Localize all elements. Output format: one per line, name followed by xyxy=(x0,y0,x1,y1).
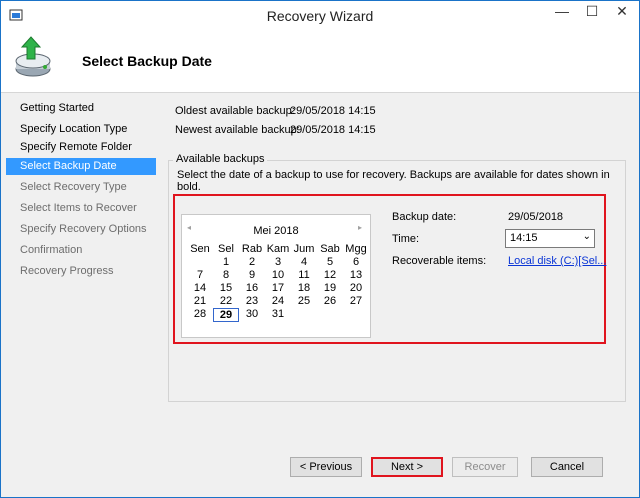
backup-calendar[interactable]: ◂ Mei 2018 ▸ Sen Sel Rab Kam Jum Sab Mgg… xyxy=(181,214,371,338)
calendar-day[interactable]: 31 xyxy=(265,308,291,321)
weekday-label: Sen xyxy=(190,243,210,255)
backup-date-label: Backup date: xyxy=(392,211,457,223)
sidebar-item-select-items-to-recover: Select Items to Recover xyxy=(20,202,137,214)
title-bar[interactable]: Recovery Wizard — ☐ ✕ xyxy=(1,1,639,30)
calendar-day[interactable]: 4 xyxy=(291,256,317,269)
sidebar-item-confirmation: Confirmation xyxy=(20,244,83,256)
calendar-day[interactable]: 17 xyxy=(265,282,291,295)
recoverable-items-label: Recoverable items: xyxy=(392,255,487,267)
calendar-day[interactable]: 15 xyxy=(213,282,239,295)
calendar-weekday-row: Sen Sel Rab Kam Jum Sab Mgg xyxy=(187,243,369,256)
calendar-day[interactable]: 30 xyxy=(239,308,265,321)
recovery-wizard-window: Recovery Wizard — ☐ ✕ Select Backup Date… xyxy=(0,0,640,498)
sidebar-item-getting-started[interactable]: Getting Started xyxy=(6,100,156,117)
calendar-day[interactable]: 28 xyxy=(187,308,213,321)
calendar-day[interactable]: 21 xyxy=(187,295,213,308)
available-backups-legend: Available backups xyxy=(173,153,268,165)
calendar-week-row: 28 29 30 31 xyxy=(187,308,369,322)
calendar-day[interactable]: 3 xyxy=(265,256,291,269)
recover-button: Recover xyxy=(452,457,518,477)
weekday-label: Rab xyxy=(241,243,263,255)
weekday-label: Kam xyxy=(266,243,290,255)
weekday-label: Mgg xyxy=(345,243,367,255)
calendar-day[interactable]: 27 xyxy=(343,295,369,308)
calendar-day[interactable]: 18 xyxy=(291,282,317,295)
calendar-week-row: 1 2 3 4 5 6 xyxy=(187,256,369,269)
cancel-button[interactable]: Cancel xyxy=(531,457,603,477)
backup-date-value: 29/05/2018 xyxy=(508,211,564,223)
calendar-day[interactable]: 23 xyxy=(239,295,265,308)
newest-backup-label: Newest available backup: xyxy=(175,124,300,136)
newest-backup-value: 29/05/2018 14:15 xyxy=(290,124,376,136)
oldest-backup-value: 29/05/2018 14:15 xyxy=(290,105,376,117)
chevron-down-icon[interactable]: ⌄ xyxy=(583,231,591,242)
weekday-label: Sab xyxy=(320,243,340,255)
time-dropdown[interactable]: 14:15 ⌄ xyxy=(505,229,595,248)
time-dropdown-value: 14:15 xyxy=(510,232,538,244)
oldest-backup-label: Oldest available backup: xyxy=(175,105,295,117)
time-label: Time: xyxy=(392,233,420,245)
sidebar-item-select-recovery-type: Select Recovery Type xyxy=(20,181,127,193)
window-title: Recovery Wizard xyxy=(266,8,374,24)
calendar-day[interactable]: 6 xyxy=(343,256,369,269)
calendar-day[interactable]: 22 xyxy=(213,295,239,308)
next-month-icon[interactable]: ▸ xyxy=(358,223,362,232)
calendar-day[interactable]: 9 xyxy=(239,269,265,282)
calendar-day[interactable]: 10 xyxy=(265,269,291,282)
sidebar-item-recovery-progress: Recovery Progress xyxy=(20,265,114,277)
calendar-day[interactable]: 26 xyxy=(317,295,343,308)
wizard-header: Select Backup Date xyxy=(1,30,639,93)
calendar-day[interactable]: 8 xyxy=(213,269,239,282)
calendar-grid: Sen Sel Rab Kam Jum Sab Mgg 1 2 3 4 5 6 … xyxy=(187,243,369,322)
available-backups-description: Select the date of a backup to use for r… xyxy=(177,169,610,193)
sidebar-item-select-backup-date[interactable]: Select Backup Date xyxy=(6,158,156,175)
calendar-month-title[interactable]: Mei 2018 xyxy=(182,225,370,237)
minimize-button[interactable]: — xyxy=(547,1,577,23)
sidebar-item-specify-location-type[interactable]: Specify Location Type xyxy=(6,121,156,138)
calendar-day[interactable]: 24 xyxy=(265,295,291,308)
calendar-day[interactable]: 13 xyxy=(343,269,369,282)
weekday-label: Sel xyxy=(218,243,234,255)
calendar-week-row: 21 22 23 24 25 26 27 xyxy=(187,295,369,308)
close-button[interactable]: ✕ xyxy=(607,1,637,23)
calendar-day[interactable]: 7 xyxy=(187,269,213,282)
calendar-day[interactable]: 2 xyxy=(239,256,265,269)
calendar-day[interactable]: 14 xyxy=(187,282,213,295)
calendar-day[interactable]: 20 xyxy=(343,282,369,295)
backup-restore-icon xyxy=(15,36,51,77)
next-button[interactable]: Next > xyxy=(371,457,443,477)
page-title: Select Backup Date xyxy=(82,53,212,69)
calendar-day[interactable]: 1 xyxy=(213,256,239,269)
sidebar-item-specify-remote-folder[interactable]: Specify Remote Folder xyxy=(6,139,156,156)
calendar-day[interactable]: 25 xyxy=(291,295,317,308)
calendar-day[interactable]: 5 xyxy=(317,256,343,269)
maximize-button[interactable]: ☐ xyxy=(577,1,607,23)
previous-button[interactable]: < Previous xyxy=(290,457,362,477)
calendar-week-row: 14 15 16 17 18 19 20 xyxy=(187,282,369,295)
calendar-day[interactable]: 19 xyxy=(317,282,343,295)
recoverable-items-link[interactable]: Local disk (C:)[Sel... xyxy=(508,255,606,267)
calendar-day[interactable]: 12 xyxy=(317,269,343,282)
weekday-label: Jum xyxy=(293,243,315,255)
calendar-week-row: 7 8 9 10 11 12 13 xyxy=(187,269,369,282)
sidebar-item-specify-recovery-options: Specify Recovery Options xyxy=(20,223,147,235)
calendar-day[interactable]: 16 xyxy=(239,282,265,295)
calendar-day-selected[interactable]: 29 xyxy=(213,308,239,322)
calendar-day[interactable]: 11 xyxy=(291,269,317,282)
wizard-steps-sidebar: Getting Started Specify Location Type Sp… xyxy=(1,93,158,497)
